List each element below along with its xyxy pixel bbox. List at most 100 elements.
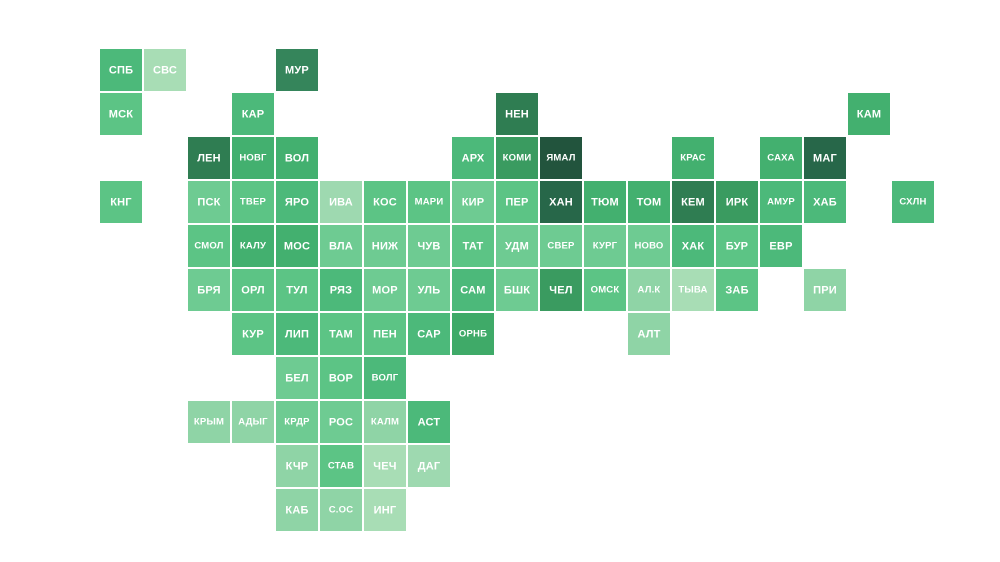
region-tile[interactable]: ЕВР [760, 225, 802, 267]
region-tile[interactable]: ЛИП [276, 313, 318, 355]
region-tile[interactable]: МОС [276, 225, 318, 267]
region-tile[interactable]: КАР [232, 93, 274, 135]
region-tile[interactable]: ЛЕН [188, 137, 230, 179]
region-tile[interactable]: КУРГ [584, 225, 626, 267]
region-tile[interactable]: ХАБ [804, 181, 846, 223]
region-tile[interactable]: НИЖ [364, 225, 406, 267]
region-tile[interactable]: КАБ [276, 489, 318, 531]
region-tile[interactable]: ТЮМ [584, 181, 626, 223]
region-tile-label: КЧР [285, 460, 309, 472]
region-tile[interactable]: ОМСК [584, 269, 626, 311]
region-tile[interactable]: СПБ [100, 49, 142, 91]
region-tile[interactable]: ПСК [188, 181, 230, 223]
region-tile-label: СХЛН [899, 196, 927, 208]
region-tile[interactable]: МОР [364, 269, 406, 311]
region-tile[interactable]: АМУР [760, 181, 802, 223]
region-tile[interactable]: КРАС [672, 137, 714, 179]
region-tile[interactable]: ПЕН [364, 313, 406, 355]
region-tile-label: ИРК [725, 196, 749, 208]
region-tile[interactable]: БРЯ [188, 269, 230, 311]
region-tile[interactable]: ИНГ [364, 489, 406, 531]
region-tile[interactable]: КЧР [276, 445, 318, 487]
region-tile[interactable]: АЛТ [628, 313, 670, 355]
region-tile[interactable]: КУР [232, 313, 274, 355]
region-tile-label: КАБ [285, 504, 309, 516]
region-tile[interactable]: ТАМ [320, 313, 362, 355]
region-tile[interactable]: ИВА [320, 181, 362, 223]
region-tile[interactable]: СТАВ [320, 445, 362, 487]
region-tile[interactable]: КНГ [100, 181, 142, 223]
region-tile-label: АЛ.К [637, 284, 661, 296]
region-tile[interactable]: АДЫГ [232, 401, 274, 443]
region-tile[interactable]: МУР [276, 49, 318, 91]
region-tile[interactable]: АСТ [408, 401, 450, 443]
region-tile[interactable]: ВОР [320, 357, 362, 399]
region-tile[interactable]: МАРИ [408, 181, 450, 223]
region-tile-label: ТОМ [636, 196, 662, 208]
region-tile[interactable]: КОМИ [496, 137, 538, 179]
region-tile[interactable]: САМ [452, 269, 494, 311]
region-tile[interactable]: СХЛН [892, 181, 934, 223]
region-tile[interactable]: КАЛУ [232, 225, 274, 267]
region-tile[interactable]: ХАН [540, 181, 582, 223]
region-tile[interactable]: АРХ [452, 137, 494, 179]
region-tile[interactable]: ТВЕР [232, 181, 274, 223]
region-tile[interactable]: ЯРО [276, 181, 318, 223]
region-tile[interactable]: АЛ.К [628, 269, 670, 311]
region-tile-label: САР [417, 328, 441, 340]
region-tile[interactable]: ОРЛ [232, 269, 274, 311]
region-tile[interactable]: С.ОС [320, 489, 362, 531]
region-tile[interactable]: ЧУВ [408, 225, 450, 267]
region-tile[interactable]: БУР [716, 225, 758, 267]
region-tile[interactable]: КРДР [276, 401, 318, 443]
region-tile[interactable]: БШК [496, 269, 538, 311]
region-tile[interactable]: НОВО [628, 225, 670, 267]
region-tile[interactable]: КЕМ [672, 181, 714, 223]
region-tile[interactable]: ДАГ [408, 445, 450, 487]
region-tile-label: ИВА [329, 196, 353, 208]
region-tile[interactable]: ПЕР [496, 181, 538, 223]
region-tile[interactable]: БЕЛ [276, 357, 318, 399]
region-tile[interactable]: УЛЬ [408, 269, 450, 311]
region-tile[interactable]: СВЕР [540, 225, 582, 267]
region-tile[interactable]: ТАТ [452, 225, 494, 267]
region-tile[interactable]: ИРК [716, 181, 758, 223]
region-tile[interactable]: МАГ [804, 137, 846, 179]
region-tile[interactable]: МСК [100, 93, 142, 135]
region-tile[interactable]: САХА [760, 137, 802, 179]
region-tile[interactable]: КАМ [848, 93, 890, 135]
region-tile[interactable]: НЕН [496, 93, 538, 135]
region-tile[interactable]: САР [408, 313, 450, 355]
region-tile[interactable]: РОС [320, 401, 362, 443]
region-tile[interactable]: УДМ [496, 225, 538, 267]
region-tile[interactable]: ТЫВА [672, 269, 714, 311]
region-tile[interactable]: ЧЕЛ [540, 269, 582, 311]
region-tile[interactable]: ПРИ [804, 269, 846, 311]
region-tile[interactable]: НОВГ [232, 137, 274, 179]
region-tile[interactable]: СМОЛ [188, 225, 230, 267]
region-tile-label: АЛТ [637, 328, 661, 340]
region-tile-label: СПБ [108, 64, 134, 76]
region-tile[interactable]: ХАК [672, 225, 714, 267]
region-tile[interactable]: КАЛМ [364, 401, 406, 443]
region-tile[interactable]: КОС [364, 181, 406, 223]
region-tile[interactable]: ТОМ [628, 181, 670, 223]
region-tile-label: МОР [372, 284, 398, 296]
region-tile[interactable]: РЯЗ [320, 269, 362, 311]
region-tile-label: КЕМ [681, 196, 705, 208]
region-tile[interactable]: ВЛА [320, 225, 362, 267]
region-tile[interactable]: ОРНБ [452, 313, 494, 355]
region-tile[interactable]: КИР [452, 181, 494, 223]
region-tile[interactable]: ВОЛГ [364, 357, 406, 399]
region-tile-label: МУР [285, 64, 309, 76]
region-tile-label: С.ОС [328, 504, 354, 516]
region-tile-label: ПЕР [505, 196, 529, 208]
region-tile[interactable]: СВС [144, 49, 186, 91]
region-tile[interactable]: ЯМАЛ [540, 137, 582, 179]
region-tile[interactable]: ТУЛ [276, 269, 318, 311]
region-tile-label: НОВО [634, 240, 664, 252]
region-tile[interactable]: ВОЛ [276, 137, 318, 179]
region-tile[interactable]: ЧЕЧ [364, 445, 406, 487]
region-tile[interactable]: КРЫМ [188, 401, 230, 443]
region-tile[interactable]: ЗАБ [716, 269, 758, 311]
